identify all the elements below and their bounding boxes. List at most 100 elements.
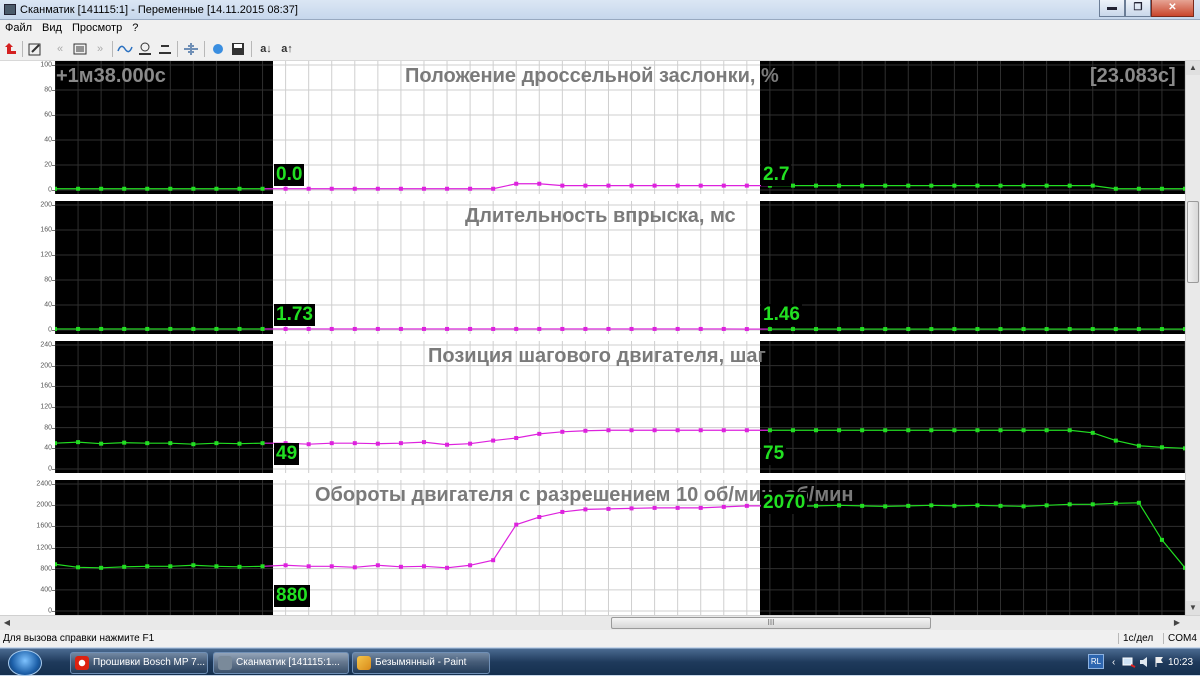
data-point	[491, 558, 495, 562]
data-point	[630, 184, 634, 188]
value-right: 1.46	[761, 304, 802, 326]
port-indicator: COM4	[1163, 633, 1197, 644]
data-point	[1137, 444, 1141, 448]
data-point	[837, 428, 841, 432]
data-point	[214, 187, 218, 191]
vertical-scroll-thumb[interactable]	[1187, 201, 1199, 283]
data-point	[999, 428, 1003, 432]
data-point	[76, 187, 80, 191]
data-point	[606, 184, 610, 188]
minimize-button[interactable]: ▬	[1099, 0, 1125, 17]
edit-icon[interactable]	[28, 41, 42, 57]
data-point	[168, 327, 172, 331]
data-point	[261, 327, 265, 331]
data-point	[76, 565, 80, 569]
y-tick-label: 80	[44, 277, 52, 284]
data-point	[76, 327, 80, 331]
data-point	[514, 523, 518, 527]
y-tick-label: 100	[40, 62, 52, 69]
task-paint[interactable]: Безымянный - Paint	[352, 652, 490, 674]
volume-icon[interactable]	[1138, 656, 1152, 668]
menu-help[interactable]: ?	[127, 20, 143, 37]
scroll-up-icon[interactable]: ▲	[1186, 61, 1200, 75]
data-point	[906, 184, 910, 188]
data-point	[1114, 187, 1118, 191]
data-point	[55, 441, 57, 445]
data-point	[1091, 431, 1095, 435]
data-point	[468, 442, 472, 446]
data-point	[630, 327, 634, 331]
chart-panel: 24002000160012008004000Обороты двигателя…	[0, 480, 1185, 615]
red-arrow-icon[interactable]	[4, 41, 18, 57]
scroll-right-icon[interactable]: ▶	[1170, 616, 1184, 630]
forward-icon[interactable]: »	[92, 41, 108, 57]
y-axis: 100806040200	[0, 61, 55, 194]
vertical-scrollbar[interactable]: ▲ ▼	[1185, 61, 1200, 615]
value-right: 2.7	[761, 164, 791, 186]
data-point	[814, 184, 818, 188]
menu-view[interactable]: Вид	[37, 20, 67, 37]
horizontal-scrollbar[interactable]: ◀ III ▶	[0, 615, 1200, 630]
scroll-down-icon[interactable]: ▼	[1186, 601, 1200, 615]
scroll-left-icon[interactable]: ◀	[0, 616, 14, 630]
tray-chevron-icon[interactable]: ‹	[1112, 657, 1115, 668]
y-tick-label: 80	[44, 87, 52, 94]
zoom-in-icon[interactable]	[137, 41, 153, 57]
data-point	[791, 428, 795, 432]
start-button[interactable]	[8, 650, 42, 676]
data-point	[376, 187, 380, 191]
wave-icon[interactable]	[117, 41, 133, 57]
sort-desc-button[interactable]: a↓	[257, 41, 275, 57]
data-point	[237, 327, 241, 331]
scanmatik-icon	[218, 656, 232, 670]
data-point	[606, 428, 610, 432]
data-point	[353, 327, 357, 331]
save-icon[interactable]	[230, 41, 246, 57]
data-point	[860, 504, 864, 508]
list-icon[interactable]	[72, 41, 88, 57]
data-point	[1160, 538, 1164, 542]
close-button[interactable]: ✕	[1151, 0, 1194, 17]
network-icon[interactable]	[1122, 656, 1136, 668]
data-point	[606, 327, 610, 331]
y-axis: 24002000160012008004000	[0, 480, 55, 615]
data-point	[630, 428, 634, 432]
rewind-icon[interactable]: «	[52, 41, 68, 57]
data-point	[906, 428, 910, 432]
y-tick-label: 400	[40, 586, 52, 593]
data-point	[1137, 187, 1141, 191]
plane-icon[interactable]	[183, 41, 199, 57]
language-indicator[interactable]: RL	[1088, 654, 1104, 669]
horizontal-scroll-thumb[interactable]: III	[611, 617, 931, 629]
data-point	[191, 442, 195, 446]
menu-file[interactable]: Файл	[0, 20, 37, 37]
data-point	[422, 440, 426, 444]
chart-panel: 100806040200Положение дроссельной заслон…	[0, 61, 1185, 194]
menu-browse[interactable]: Просмотр	[67, 20, 127, 37]
record-icon[interactable]	[210, 41, 226, 57]
task-scanmatik[interactable]: Сканматик [141115:1...	[213, 652, 349, 674]
data-point	[307, 564, 311, 568]
paint-icon	[357, 656, 371, 670]
data-point	[537, 432, 541, 436]
data-point	[307, 327, 311, 331]
value-right: 2070	[761, 492, 807, 514]
sort-asc-button[interactable]: a↑	[278, 41, 296, 57]
data-point	[145, 327, 149, 331]
data-point	[1160, 187, 1164, 191]
data-point	[537, 182, 541, 186]
toolbar: « » a↓ a↑	[0, 37, 1200, 61]
data-point	[237, 187, 241, 191]
task-opera[interactable]: Прошивки Bosch MP 7...	[70, 652, 208, 674]
y-tick-label: 2000	[36, 502, 52, 509]
data-point	[145, 564, 149, 568]
flag-icon[interactable]	[1154, 656, 1164, 668]
data-point	[514, 182, 518, 186]
data-point	[583, 327, 587, 331]
zoom-out-icon[interactable]	[157, 41, 173, 57]
maximize-button[interactable]: ❐	[1125, 0, 1151, 17]
opera-icon	[75, 656, 89, 670]
clock[interactable]: 10:23	[1168, 657, 1193, 668]
y-tick-label: 1600	[36, 523, 52, 530]
data-point	[999, 184, 1003, 188]
